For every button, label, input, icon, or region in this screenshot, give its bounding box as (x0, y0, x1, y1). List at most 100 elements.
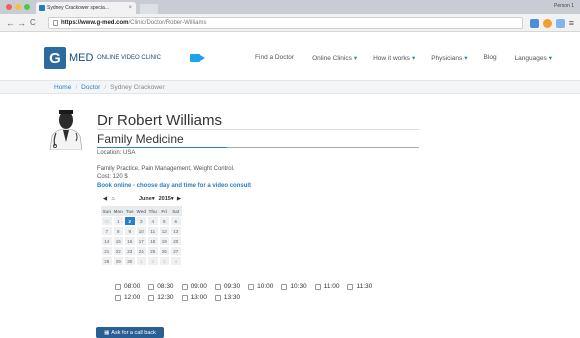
nav-label: Online Clinics (312, 55, 352, 62)
time-slot-checkbox[interactable] (148, 283, 155, 290)
calendar-day[interactable]: 29 (112, 256, 124, 266)
nav-online-clinics[interactable]: Online Clinics ▾ (312, 54, 357, 62)
calendar-day[interactable]: 25 (147, 246, 159, 256)
calendar-day[interactable]: 28 (101, 256, 113, 266)
nav-find-doctor[interactable]: Find a Doctor (255, 54, 296, 62)
calendar-day[interactable]: 6 (170, 216, 182, 226)
calendar-day[interactable]: 19 (158, 236, 170, 246)
calendar-day[interactable]: 7 (101, 226, 113, 236)
time-slot-checkbox[interactable] (181, 283, 188, 290)
calendar-day[interactable]: 3 (135, 216, 147, 226)
calendar-day[interactable]: 8 (112, 226, 124, 236)
time-slot-checkbox[interactable] (148, 294, 155, 301)
calendar-day[interactable]: 17 (135, 236, 147, 246)
calendar-day[interactable]: 31 (101, 216, 113, 226)
calendar-day[interactable]: 23 (124, 246, 136, 256)
time-slot[interactable]: 13:30 (214, 294, 240, 301)
breadcrumb-home[interactable]: Home (54, 84, 71, 91)
time-slot[interactable]: 10:00 (248, 283, 273, 290)
prev-month-icon[interactable]: ◀ (101, 196, 109, 202)
time-slot[interactable]: 13:00 (181, 294, 207, 301)
booking-heading: Book online - choose day and time for a … (97, 183, 252, 189)
year-select[interactable]: 2015▾ (159, 196, 174, 202)
extension-icon[interactable] (542, 18, 552, 28)
calendar-day[interactable]: 11 (147, 226, 159, 236)
calendar-day[interactable]: 1 (135, 256, 147, 266)
time-slot[interactable]: 08:00 (115, 283, 140, 290)
calendar-day[interactable]: 30 (124, 256, 136, 266)
calendar-day[interactable]: 10 (135, 226, 147, 236)
profile-label[interactable]: Person 1 (554, 3, 574, 9)
forward-icon[interactable]: → (17, 17, 26, 29)
page-info-icon[interactable] (53, 20, 58, 26)
calendar-day[interactable]: 21 (101, 246, 113, 256)
calendar-day[interactable]: 24 (135, 246, 147, 256)
weekday-header: Tue (124, 206, 136, 216)
call-back-button[interactable]: ▦ Ask for a call back (96, 327, 164, 338)
calendar-day[interactable]: 2 (147, 256, 159, 266)
time-slot[interactable]: 12:30 (148, 294, 174, 301)
calendar-day[interactable]: 12 (158, 226, 170, 236)
calendar-day[interactable]: 9 (124, 226, 136, 236)
time-slot-checkbox[interactable] (214, 294, 221, 301)
nav-how-it-works[interactable]: How it works ▾ (373, 54, 415, 62)
calendar-day[interactable]: 22 (112, 246, 124, 256)
reload-icon[interactable]: C (30, 17, 36, 29)
calendar-day[interactable]: 26 (158, 246, 170, 256)
time-slot[interactable]: 09:00 (181, 283, 207, 290)
time-slot[interactable]: 09:30 (214, 283, 240, 290)
month-select[interactable]: June▾ (139, 196, 155, 202)
calendar-day-selected[interactable]: 2 (124, 216, 136, 226)
nav-label: How it works (373, 55, 410, 62)
new-tab-button[interactable] (140, 4, 158, 14)
address-bar[interactable]: https://www.g-med.com/Clinic/Doctor/Robe… (48, 17, 523, 29)
calendar-day[interactable]: 13 (170, 226, 182, 236)
time-slot[interactable]: 11:30 (347, 283, 372, 290)
time-slot-checkbox[interactable] (115, 294, 121, 301)
time-slot-checkbox[interactable] (347, 283, 354, 290)
time-slot[interactable]: 08:30 (148, 283, 174, 290)
time-slot-checkbox[interactable] (248, 283, 255, 290)
browser-menu-icon[interactable]: ≡ (569, 18, 574, 28)
calendar-day[interactable]: 18 (147, 236, 159, 246)
calendar-day[interactable]: 4 (147, 216, 159, 226)
calendar-day[interactable]: 27 (170, 246, 182, 256)
extension-icon[interactable] (529, 18, 539, 28)
time-slot-label: 10:30 (290, 283, 307, 290)
nav-physicians[interactable]: Physicians ▾ (431, 54, 467, 62)
home-icon[interactable]: ⌂ (109, 196, 117, 202)
minimize-window-button[interactable] (15, 4, 21, 10)
close-window-button[interactable] (6, 4, 12, 10)
time-slot-checkbox[interactable] (181, 294, 188, 301)
nav-label: Physicians (431, 55, 463, 62)
extension-icon[interactable] (555, 18, 565, 28)
browser-tab[interactable]: Sydney Crackower specia... × (36, 2, 136, 14)
time-slot-checkbox[interactable] (115, 283, 121, 290)
calendar-day[interactable]: 4 (170, 256, 182, 266)
nav-languages[interactable]: Languages ▾ (515, 54, 552, 62)
breadcrumb-doctor[interactable]: Doctor (81, 84, 100, 91)
logo-icon[interactable]: G (44, 47, 66, 69)
logo-name[interactable]: MED (69, 52, 93, 64)
time-slot[interactable]: 12:00 (115, 294, 140, 301)
back-icon[interactable]: ← (6, 17, 15, 29)
next-month-icon[interactable]: ▶ (175, 196, 183, 202)
calendar-day[interactable]: 15 (112, 236, 124, 246)
maximize-window-button[interactable] (24, 4, 30, 10)
calendar-day[interactable]: 5 (158, 216, 170, 226)
calendar-day[interactable]: 1 (112, 216, 124, 226)
calendar-day[interactable]: 3 (158, 256, 170, 266)
time-slot[interactable]: 10:30 (281, 283, 307, 290)
weekday-header: Mon (112, 206, 124, 216)
nav-blog[interactable]: Blog (484, 54, 499, 62)
calendar-day[interactable]: 20 (170, 236, 182, 246)
time-slot-checkbox[interactable] (314, 283, 321, 290)
time-slot[interactable]: 11:00 (314, 283, 340, 290)
time-slot-label: 10:00 (257, 283, 274, 290)
time-slot-checkbox[interactable] (281, 283, 288, 290)
tab-close-icon[interactable]: × (128, 5, 132, 11)
calendar-day[interactable]: 16 (124, 236, 136, 246)
time-slot-checkbox[interactable] (214, 283, 221, 290)
calendar-day[interactable]: 14 (101, 236, 113, 246)
time-slot-label: 11:00 (323, 283, 340, 290)
